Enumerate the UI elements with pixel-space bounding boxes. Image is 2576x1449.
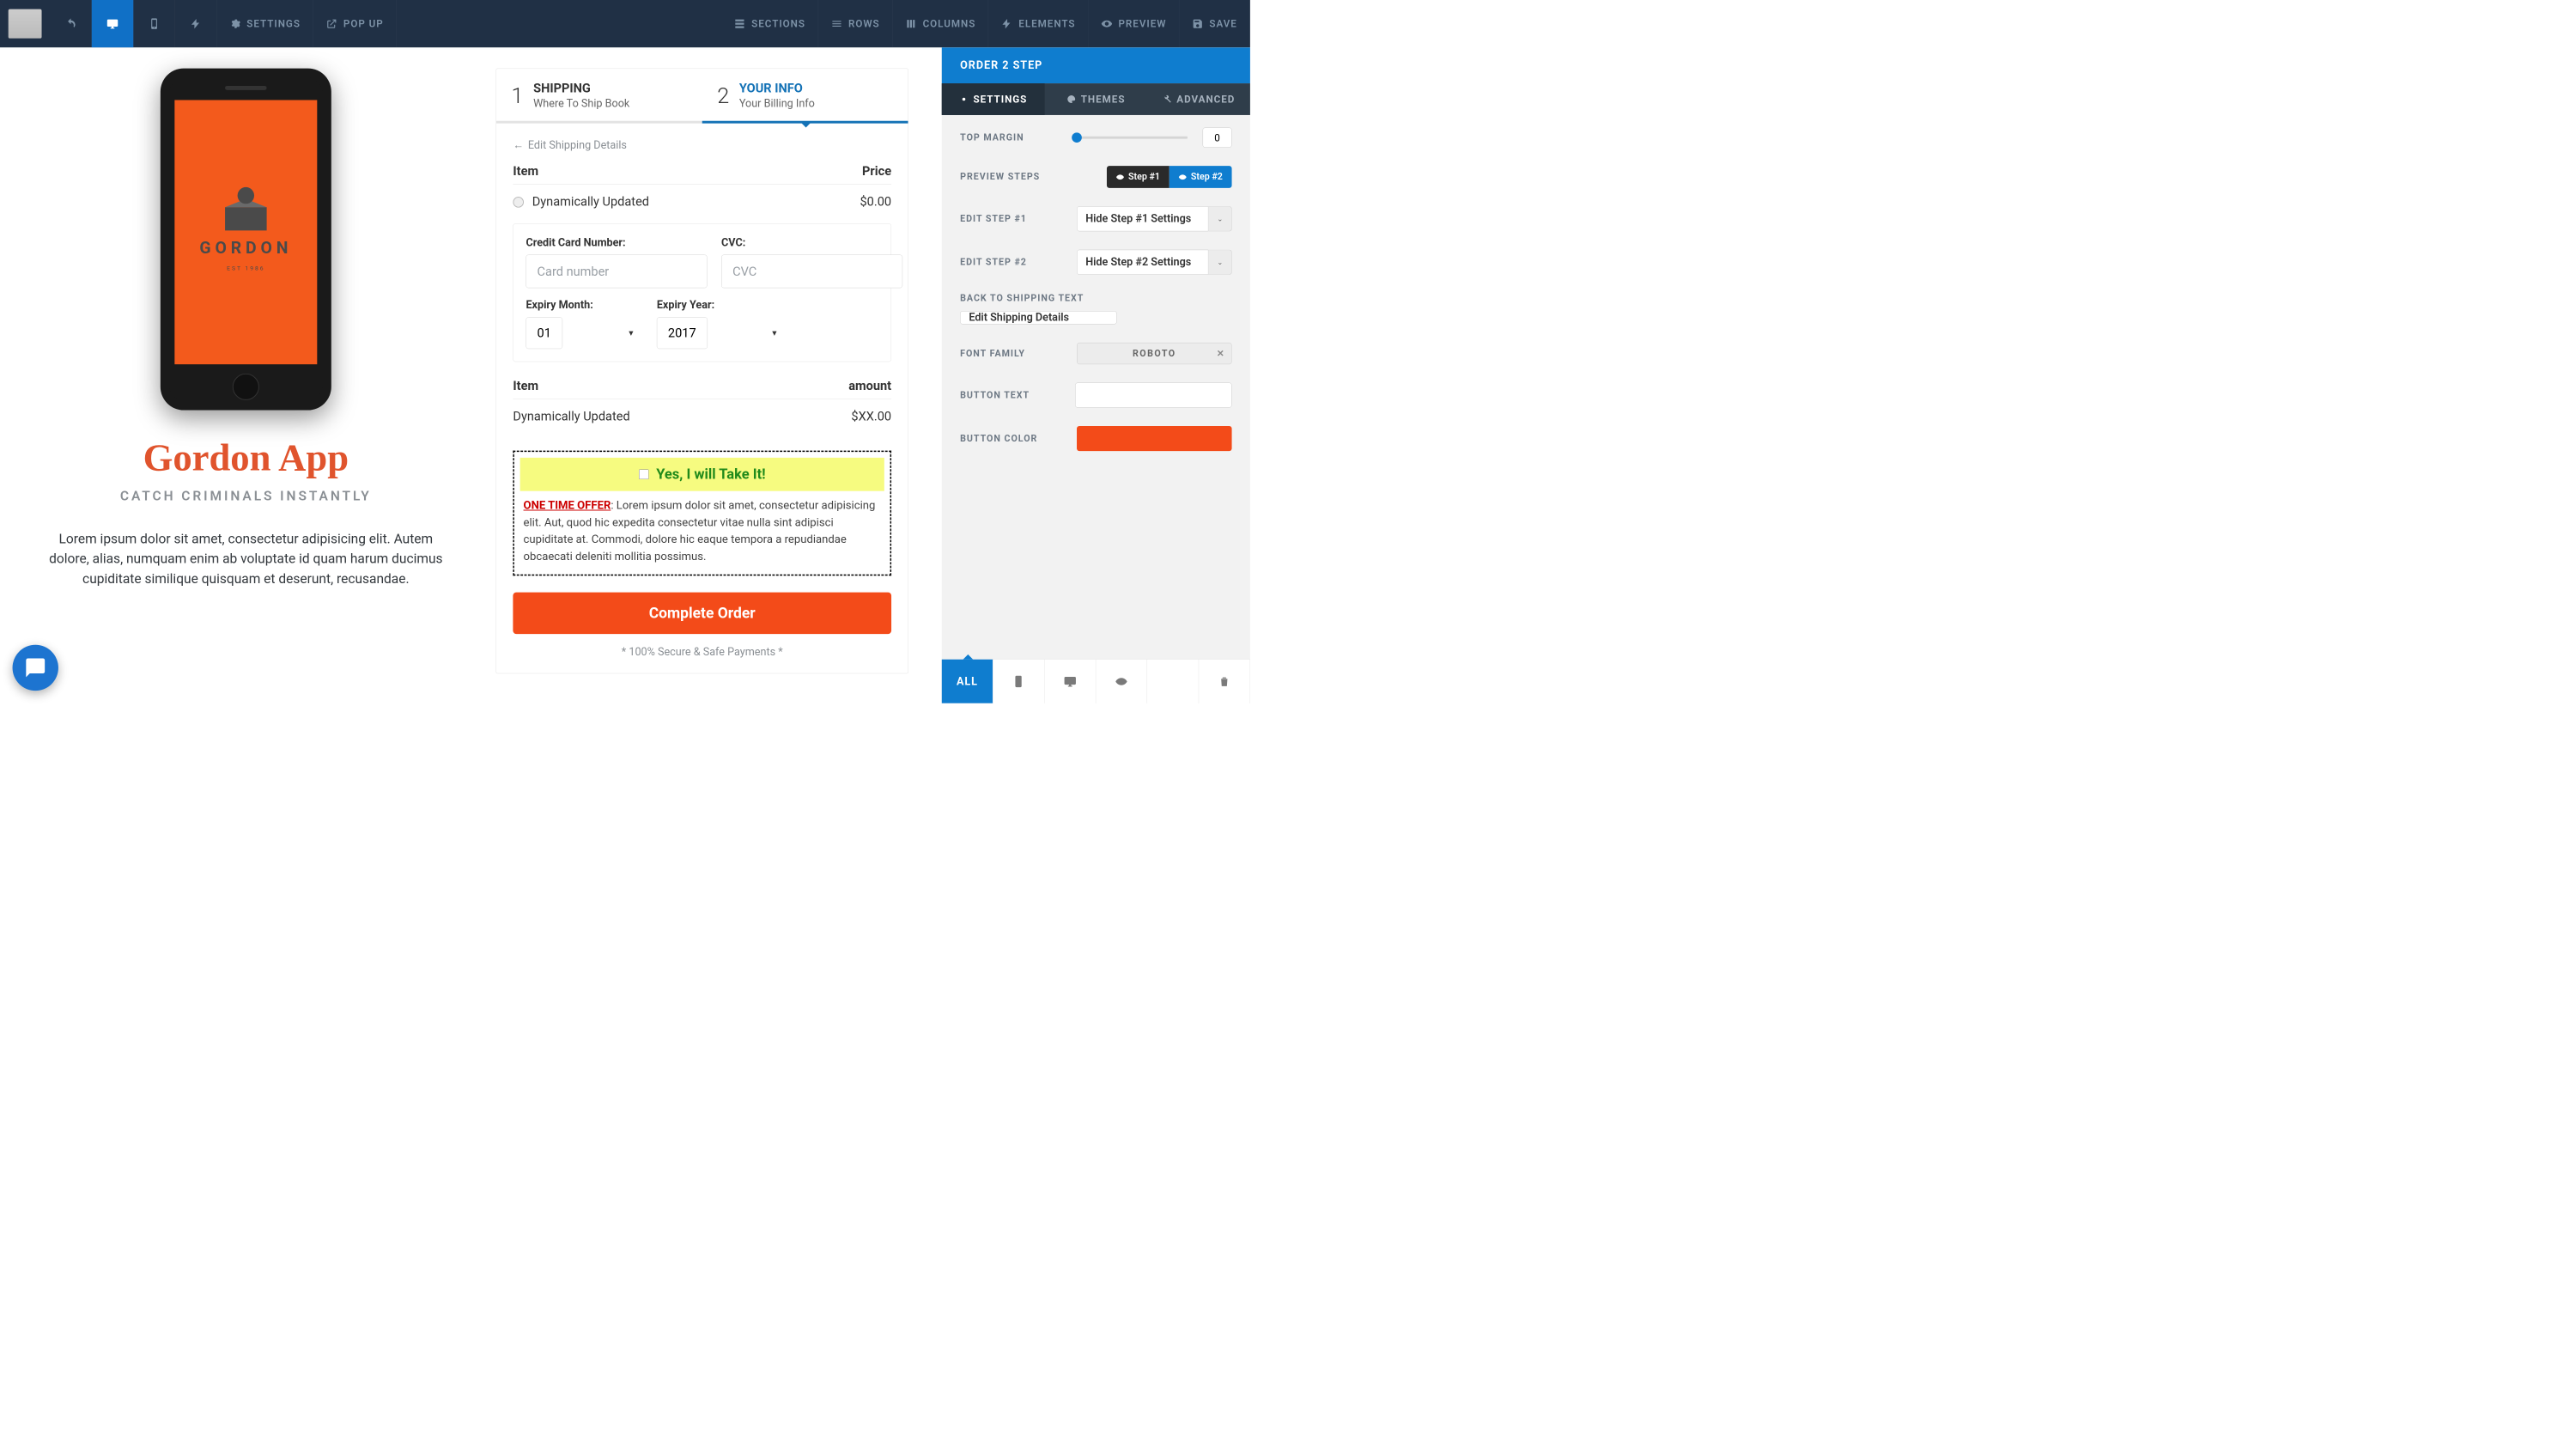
back-shipping-text-input[interactable] [960, 311, 1116, 325]
phone-home-button [233, 374, 259, 400]
mobile-view-button[interactable] [133, 0, 175, 47]
product-title: Gordon App [143, 435, 349, 479]
order-form: 1 SHIPPINGWhere To Ship Book 2 YOUR INFO… [496, 69, 908, 674]
settings-label: SETTINGS [246, 18, 301, 30]
preview-step-2-button[interactable]: Step #2 [1170, 166, 1232, 188]
popup-label: POP UP [343, 18, 384, 30]
footer-visibility-icon[interactable] [1096, 660, 1147, 703]
remove-font-icon[interactable]: ✕ [1217, 348, 1225, 358]
phone-mockup: GORDON EST 1986 [161, 69, 331, 411]
top-toolbar: SETTINGS POP UP SECTIONS ROWS COLUMNS EL… [0, 0, 1250, 47]
product-subtitle: CATCH CRIMINALS INSTANTLY [120, 488, 372, 503]
step-1-tab[interactable]: 1 SHIPPINGWhere To Ship Book [496, 69, 702, 124]
save-button[interactable]: SAVE [1179, 0, 1249, 47]
top-margin-value[interactable]: 0 [1203, 128, 1232, 148]
bolt-icon[interactable] [175, 0, 217, 47]
undo-button[interactable] [50, 0, 92, 47]
footer-hash-icon[interactable] [1147, 660, 1199, 703]
button-text-input[interactable] [1075, 383, 1231, 408]
order-bump: Yes, I will Take It! ONE TIME OFFER: Lor… [513, 451, 891, 576]
bump-checkbox-row[interactable]: Yes, I will Take It! [520, 458, 884, 491]
product-description: Lorem ipsum dolor sit amet, consectetur … [42, 528, 451, 588]
button-color-swatch[interactable] [1077, 426, 1232, 451]
panel-title: ORDER 2 STEP [942, 47, 1250, 83]
tab-themes[interactable]: THEMES [1044, 83, 1147, 115]
panel-footer: ALL [942, 659, 1250, 703]
footer-desktop-icon[interactable] [1044, 660, 1096, 703]
expiry-year-select[interactable]: 2017 [657, 317, 708, 349]
credit-card-box: Credit Card Number: CVC: Expiry Month:01… [513, 223, 891, 362]
popup-button[interactable]: POP UP [313, 0, 397, 47]
line-item-1[interactable]: Dynamically Updated $0.00 [513, 185, 891, 219]
chevron-down-icon[interactable]: ⌄ [1208, 206, 1231, 231]
line-item-2: Dynamically Updated$XX.00 [513, 399, 891, 434]
app-logo[interactable] [9, 9, 42, 39]
columns-button[interactable]: COLUMNS [893, 0, 989, 47]
footer-mobile-icon[interactable] [993, 660, 1045, 703]
editor-canvas: GORDON EST 1986 Gordon App CATCH CRIMINA… [0, 47, 942, 703]
phone-est: EST 1986 [227, 265, 264, 271]
cvc-input[interactable] [721, 255, 902, 289]
preview-step-1-button[interactable]: Step #1 [1107, 166, 1170, 188]
desktop-view-button[interactable] [92, 0, 134, 47]
element-settings-panel: ORDER 2 STEP SETTINGS THEMES ADVANCED TO… [942, 47, 1250, 703]
rows-button[interactable]: ROWS [818, 0, 893, 47]
edit-shipping-link[interactable]: ← Edit Shipping Details [513, 138, 891, 151]
complete-order-button[interactable]: Complete Order [513, 593, 891, 635]
bump-checkbox[interactable] [639, 469, 649, 479]
footer-all-button[interactable]: ALL [942, 660, 993, 703]
intercom-chat-button[interactable] [13, 645, 58, 691]
footer-delete-icon[interactable] [1199, 660, 1250, 703]
preview-button[interactable]: PREVIEW [1089, 0, 1180, 47]
settings-button[interactable]: SETTINGS [216, 0, 313, 47]
edit-step1-select[interactable]: Hide Step #1 Settings [1077, 206, 1208, 231]
product-column: GORDON EST 1986 Gordon App CATCH CRIMINA… [4, 69, 488, 674]
card-number-input[interactable] [526, 255, 707, 289]
tab-settings[interactable]: SETTINGS [942, 83, 1045, 115]
sections-button[interactable]: SECTIONS [721, 0, 818, 47]
font-family-tag[interactable]: ROBOTO✕ [1077, 343, 1232, 364]
elements-button[interactable]: ELEMENTS [988, 0, 1088, 47]
step-2-tab[interactable]: 2 YOUR INFOYour Billing Info [702, 69, 908, 124]
phone-logo-icon [223, 192, 269, 230]
top-margin-slider[interactable] [1077, 137, 1188, 139]
phone-brand: GORDON [199, 238, 292, 258]
tab-advanced[interactable]: ADVANCED [1147, 83, 1250, 115]
edit-step2-select[interactable]: Hide Step #2 Settings [1077, 250, 1208, 275]
chevron-down-icon[interactable]: ⌄ [1208, 250, 1231, 275]
expiry-month-select[interactable]: 01 [526, 317, 562, 349]
radio-icon[interactable] [513, 197, 524, 208]
secure-payment-text: * 100% Secure & Safe Payments * [513, 646, 891, 659]
